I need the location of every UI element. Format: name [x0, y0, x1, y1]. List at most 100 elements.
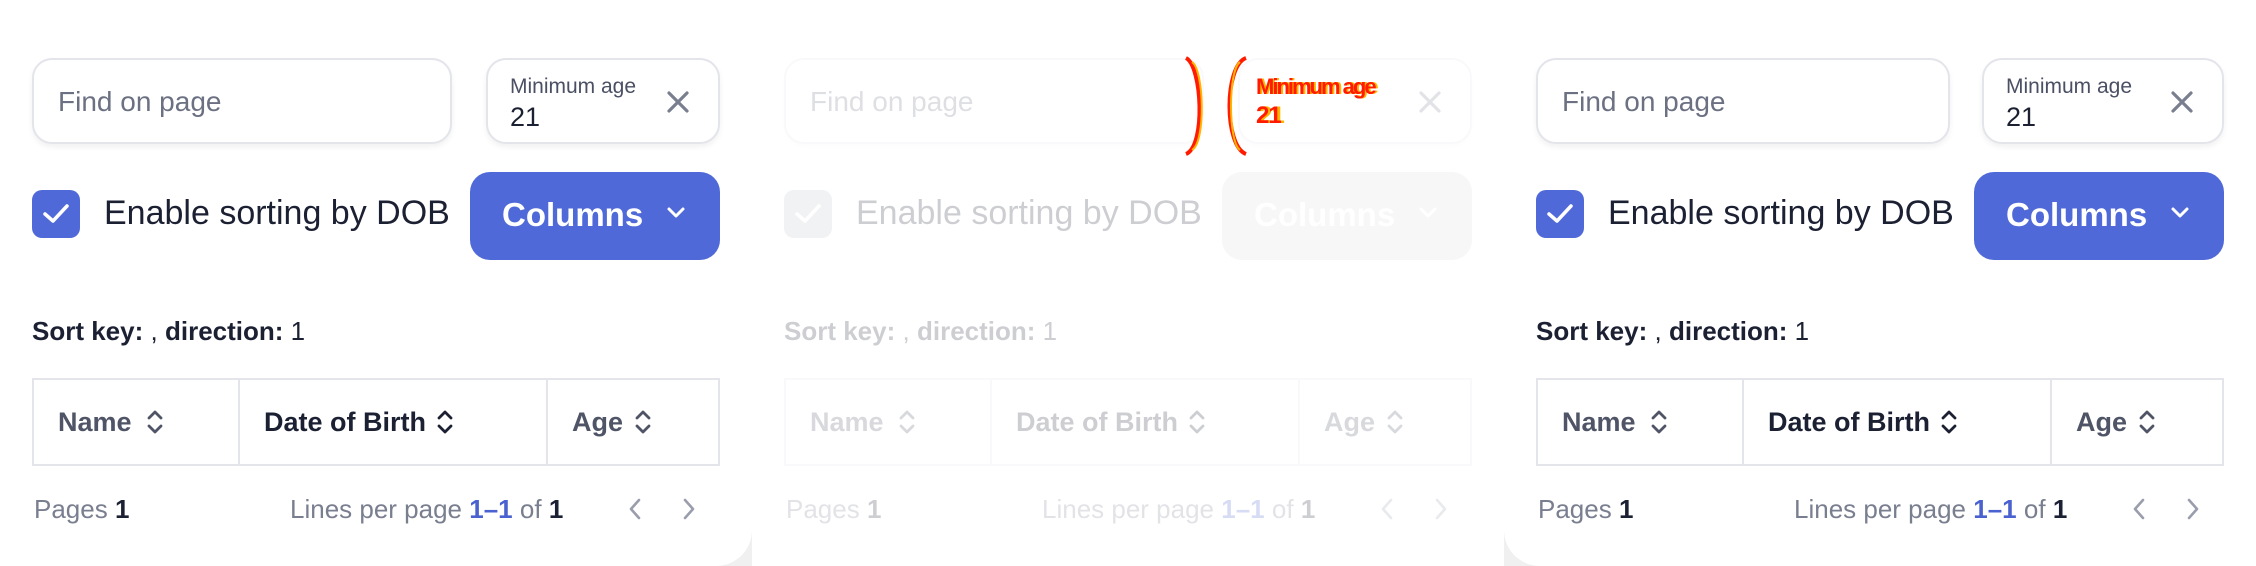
sort-direction-value: 1 [1042, 316, 1058, 346]
pages-count: Pages 1 [786, 494, 881, 525]
column-header-label: Name [810, 407, 884, 437]
close-icon[interactable] [662, 86, 694, 118]
column-header-label: Age [572, 407, 624, 437]
pages-label: Pages [1538, 494, 1612, 524]
page-range: 1–1 [1221, 494, 1265, 524]
pages-label: Pages [34, 494, 108, 524]
chevron-down-icon [2171, 207, 2189, 218]
pages-value: 1 [866, 494, 882, 524]
sort-direction-label: direction: [1668, 316, 1788, 346]
ghost-value: 21 [1256, 102, 1282, 129]
column-header-label: Date of Birth [1016, 407, 1178, 437]
sort-icon [635, 410, 651, 434]
data-table-header: Name Date of Birth Age [32, 378, 720, 466]
column-header-label: Date of Birth [264, 407, 426, 437]
prev-page-icon[interactable] [626, 496, 644, 529]
sort-key-label: Sort key: [32, 316, 144, 346]
search-input[interactable] [808, 60, 1182, 144]
sort-icon [1941, 410, 1957, 434]
lines-per-page: Lines per page 1–1 of 1 [290, 494, 563, 525]
column-header-label: Date of Birth [1768, 407, 1930, 437]
next-page-icon[interactable] [1432, 496, 1450, 529]
column-header-dob[interactable]: Date of Birth [1742, 380, 2050, 464]
pages-count: Pages 1 [34, 494, 129, 525]
sort-info: Sort key: , direction: 1 [1536, 316, 1809, 347]
sort-icon [1651, 410, 1667, 434]
sort-info: Sort key: , direction: 1 [784, 316, 1057, 347]
next-page-icon[interactable] [2184, 496, 2202, 529]
sort-key-value: , [902, 316, 910, 346]
lines-per-page: Lines per page 1–1 of 1 [1794, 494, 2067, 525]
columns-button[interactable]: Columns [470, 172, 720, 260]
search-input[interactable] [1560, 60, 1934, 144]
sort-dob-label[interactable]: Enable sorting by DOB [104, 194, 450, 233]
prev-page-icon[interactable] [2130, 496, 2148, 529]
min-age-label: Minimum age [510, 75, 637, 98]
column-header-name[interactable]: Name [1538, 380, 1742, 464]
sort-direction-label: direction: [164, 316, 284, 346]
prev-page-icon[interactable] [1378, 496, 1396, 529]
column-header-label: Age [2076, 407, 2128, 437]
sort-direction-value: 1 [1794, 316, 1810, 346]
of-label: of [1271, 494, 1294, 524]
ghost-label: Minimum age [1256, 74, 1377, 99]
columns-button[interactable]: Columns [1222, 172, 1472, 260]
column-header-dob[interactable]: Date of Birth [238, 380, 546, 464]
column-header-label: Name [58, 407, 132, 437]
check-icon [1547, 204, 1573, 223]
column-header-label: Name [1562, 407, 1636, 437]
sort-dob-checkbox[interactable] [32, 190, 80, 238]
filter-panel-right: Minimum age 21 Enable sorting by DOB Col… [1504, 0, 2256, 566]
sort-direction-label: direction: [916, 316, 1036, 346]
min-age-field[interactable]: Minimum age 21 [1982, 58, 2224, 144]
search-box[interactable] [784, 58, 1204, 144]
sort-icon [1387, 410, 1403, 434]
pages-value: 1 [114, 494, 130, 524]
bracket-artifact-icon [1184, 56, 1248, 156]
lines-per-page: Lines per page 1–1 of 1 [1042, 494, 1315, 525]
sort-icon [2139, 410, 2155, 434]
column-header-name[interactable]: Name [34, 380, 238, 464]
data-table-header: Name Date of Birth Age [1536, 378, 2224, 466]
data-table-header: Name Date of Birth Age [784, 378, 1472, 466]
column-header-age[interactable]: Age [2050, 380, 2222, 464]
of-label: of [2023, 494, 2046, 524]
columns-button[interactable]: Columns [1974, 172, 2224, 260]
sort-info: Sort key: , direction: 1 [32, 316, 305, 347]
next-page-icon[interactable] [680, 496, 698, 529]
min-age-value[interactable]: 21 [510, 102, 540, 133]
check-icon [43, 204, 69, 223]
column-header-age[interactable]: Age [1298, 380, 1470, 464]
render-artifact-overlay: Minimum age 21 [1184, 56, 1484, 156]
column-header-dob[interactable]: Date of Birth [990, 380, 1298, 464]
search-input[interactable] [56, 60, 430, 144]
sort-dob-label[interactable]: Enable sorting by DOB [856, 194, 1202, 233]
of-label: of [519, 494, 542, 524]
chevron-down-icon [1419, 207, 1437, 218]
min-age-field[interactable]: Minimum age 21 [486, 58, 720, 144]
pages-count: Pages 1 [1538, 494, 1633, 525]
sort-key-value: , [150, 316, 158, 346]
lines-label: Lines per page [1794, 494, 1967, 524]
page-range: 1–1 [1973, 494, 2017, 524]
search-box[interactable] [32, 58, 452, 144]
total-count: 1 [548, 494, 564, 524]
column-header-name[interactable]: Name [786, 380, 990, 464]
sort-dob-checkbox[interactable] [1536, 190, 1584, 238]
lines-label: Lines per page [1042, 494, 1215, 524]
sort-dob-checkbox[interactable] [784, 190, 832, 238]
column-header-age[interactable]: Age [546, 380, 718, 464]
check-icon [795, 204, 821, 223]
sort-dob-label[interactable]: Enable sorting by DOB [1608, 194, 1954, 233]
total-count: 1 [2052, 494, 2068, 524]
filter-panel-left: Minimum age 21 Enable sorting by DOB Col… [0, 0, 752, 566]
min-age-label: Minimum age [2006, 75, 2133, 98]
close-icon[interactable] [2166, 86, 2198, 118]
search-box[interactable] [1536, 58, 1950, 144]
sort-icon [147, 410, 163, 434]
column-header-label: Age [1324, 407, 1376, 437]
sort-icon [1189, 410, 1205, 434]
sort-icon [437, 410, 453, 434]
min-age-value[interactable]: 21 [2006, 102, 2036, 133]
sort-key-value: , [1654, 316, 1662, 346]
